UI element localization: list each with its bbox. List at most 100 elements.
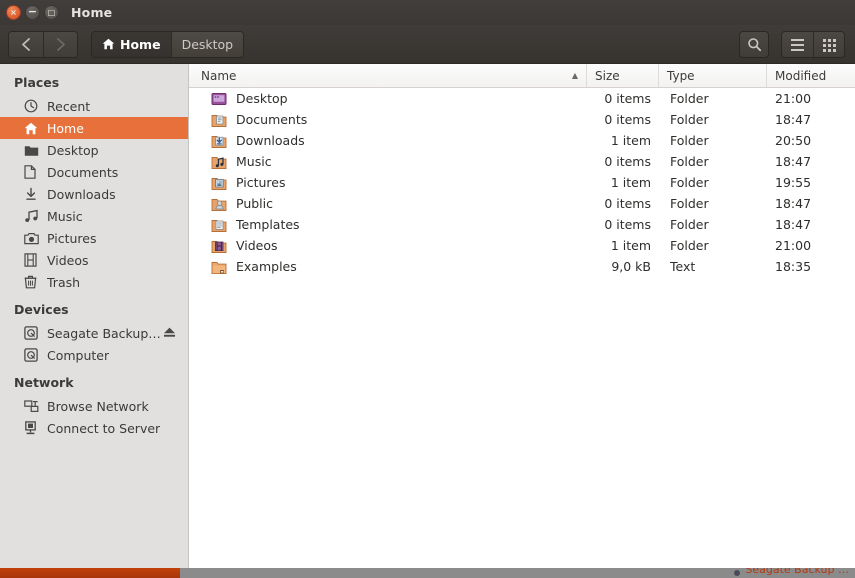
cell-size: 1 item [610, 133, 651, 148]
taskbar-right-label: Seagate Backup … [745, 568, 849, 576]
sidebar-item-pictures[interactable]: Pictures [0, 227, 188, 249]
minimize-window-button[interactable]: − [25, 5, 40, 20]
cell-name: Videos [189, 235, 587, 256]
cell-modified: 18:47 [775, 217, 812, 232]
column-header-modified[interactable]: Modified [767, 64, 855, 87]
cell-name: Documents [189, 109, 587, 130]
sidebar-item-downloads[interactable]: Downloads [0, 183, 188, 205]
table-row[interactable]: Templates 0 items Folder 18:47 [189, 214, 855, 235]
sidebar-item-home[interactable]: Home [0, 117, 188, 139]
forward-button[interactable] [43, 31, 77, 57]
taskbar-right-item[interactable]: Seagate Backup … [734, 568, 855, 578]
camera-icon [24, 232, 41, 245]
column-header-label: Size [595, 68, 620, 83]
table-row[interactable]: Downloads 1 item Folder 20:50 [189, 130, 855, 151]
cell-modified: 18:35 [775, 259, 812, 274]
drive-icon [24, 326, 41, 340]
music-icon [24, 209, 41, 223]
cell-type: Folder [670, 91, 709, 106]
cell-size: 1 item [610, 238, 651, 253]
network-icon [24, 399, 41, 413]
table-row[interactable]: Documents 0 items Folder 18:47 [189, 109, 855, 130]
examples-link-icon [211, 261, 227, 274]
places-sidebar: Places Recent Home Desktop Documents Dow… [0, 64, 189, 578]
cell-size: 0 items [604, 154, 651, 169]
table-row[interactable]: Examples 9,0 kB Text 18:35 [189, 256, 855, 277]
sidebar-item-desktop[interactable]: Desktop [0, 139, 188, 161]
sort-ascending-icon: ▲ [571, 70, 578, 80]
search-button[interactable] [739, 30, 769, 58]
sidebar-heading-devices: Devices [14, 302, 69, 317]
column-header-name[interactable]: Name ▲ [189, 64, 587, 87]
table-row[interactable]: Pictures 1 item Folder 19:55 [189, 172, 855, 193]
cell-type: Folder [670, 133, 709, 148]
hamburger-icon [791, 39, 804, 51]
cell-modified: 18:47 [775, 154, 812, 169]
cell-type: Folder [670, 238, 709, 253]
sidebar-item-label: Desktop [47, 142, 99, 158]
breadcrumb-item-home[interactable]: Home [92, 31, 171, 57]
column-header-label: Name [201, 68, 237, 83]
breadcrumb: Home Desktop [91, 30, 245, 58]
maximize-icon: □ [47, 7, 56, 17]
sidebar-item-label: Trash [47, 274, 81, 290]
window-title: Home [71, 5, 113, 20]
sidebar-item-seagate-backup[interactable]: Seagate Backup … [0, 322, 188, 344]
file-name: Public [236, 196, 273, 211]
view-grid-button[interactable] [813, 31, 844, 57]
sidebar-item-music[interactable]: Music [0, 205, 188, 227]
eject-icon[interactable] [163, 326, 176, 341]
cell-modified: 18:47 [775, 112, 812, 127]
navigation-button-group [8, 30, 78, 58]
cell-size: 0 items [604, 217, 651, 232]
cell-modified: 21:00 [775, 238, 812, 253]
home-icon [102, 38, 115, 50]
sidebar-item-label: Computer [47, 347, 110, 363]
breadcrumb-item-desktop[interactable]: Desktop [170, 31, 244, 57]
table-row[interactable]: Desktop 0 items Folder 21:00 [189, 88, 855, 109]
column-header-size[interactable]: Size [587, 64, 659, 87]
download-icon [24, 187, 41, 201]
toolbar: Home Desktop [0, 25, 855, 64]
file-name: Videos [236, 238, 278, 253]
music-folder-icon [211, 156, 227, 169]
window-controls: × − □ [0, 5, 59, 20]
drive-icon [734, 570, 741, 576]
table-row[interactable]: Music 0 items Folder 18:47 [189, 151, 855, 172]
sidebar-item-label: Seagate Backup … [47, 325, 163, 341]
desktop-folder-icon [211, 92, 227, 105]
cell-type: Folder [670, 175, 709, 190]
server-icon [24, 421, 41, 435]
sidebar-item-label: Connect to Server [47, 420, 161, 436]
cell-type: Folder [670, 154, 709, 169]
cell-name: Music [189, 151, 587, 172]
sidebar-item-computer[interactable]: Computer [0, 344, 188, 366]
back-button[interactable] [9, 31, 43, 57]
sidebar-item-browse-network[interactable]: Browse Network [0, 395, 188, 417]
column-header-type[interactable]: Type [659, 64, 767, 87]
cell-name: Downloads [189, 130, 587, 151]
sidebar-item-label: Videos [47, 252, 89, 268]
sidebar-item-label: Music [47, 208, 83, 224]
file-name: Music [236, 154, 272, 169]
taskbar-active-window-item[interactable] [0, 568, 180, 578]
sidebar-item-trash[interactable]: Trash [0, 271, 188, 293]
sidebar-item-connect-to-server[interactable]: Connect to Server [0, 417, 188, 439]
close-window-button[interactable]: × [6, 5, 21, 20]
column-headers: Name ▲ Size Type Modified [189, 64, 855, 88]
film-icon [24, 253, 41, 267]
menu-button[interactable] [782, 31, 813, 57]
table-row[interactable]: Public 0 items Folder 18:47 [189, 193, 855, 214]
column-header-label: Type [667, 68, 695, 83]
cell-modified: 20:50 [775, 133, 812, 148]
sidebar-item-videos[interactable]: Videos [0, 249, 188, 271]
sidebar-item-documents[interactable]: Documents [0, 161, 188, 183]
cell-type: Text [670, 259, 696, 274]
table-row[interactable]: Videos 1 item Folder 21:00 [189, 235, 855, 256]
sidebar-item-recent[interactable]: Recent [0, 95, 188, 117]
breadcrumb-label-home: Home [120, 36, 161, 52]
chevron-left-icon [22, 37, 30, 51]
maximize-window-button[interactable]: □ [44, 5, 59, 20]
file-list-pane: Name ▲ Size Type Modified Desktop 0 item… [189, 64, 855, 578]
cell-type: Folder [670, 217, 709, 232]
